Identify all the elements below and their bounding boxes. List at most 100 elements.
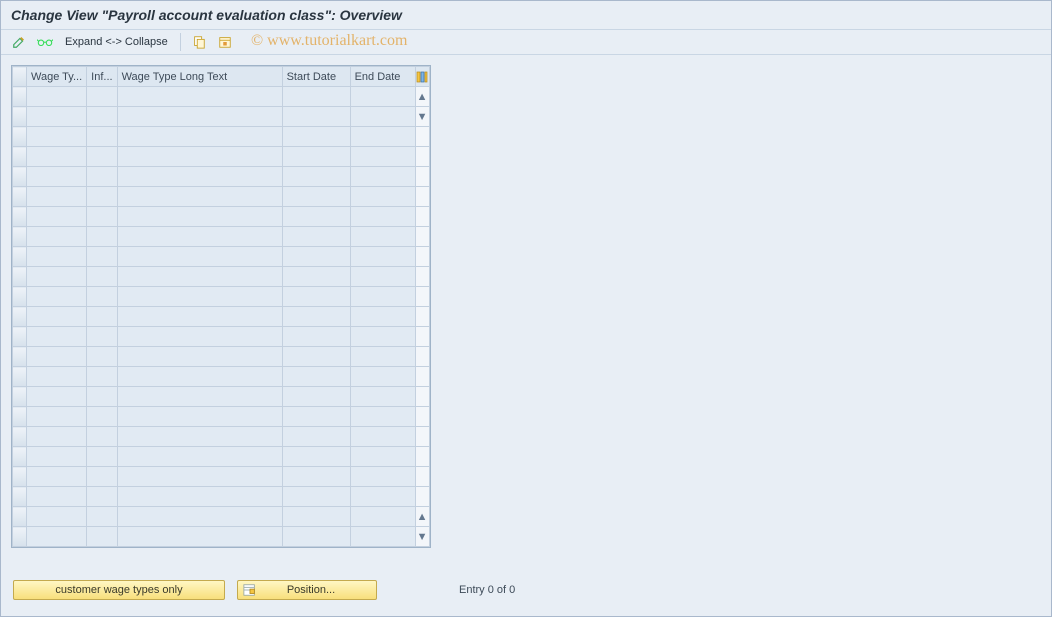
cell-end-date[interactable] (350, 307, 415, 327)
cell-end-date[interactable] (350, 107, 415, 127)
cell-start-date[interactable] (282, 467, 350, 487)
table-row[interactable] (13, 327, 430, 347)
change-icon[interactable] (9, 32, 29, 52)
table-row[interactable] (13, 307, 430, 327)
row-selector[interactable] (13, 367, 27, 387)
cell-wage-type[interactable] (27, 367, 87, 387)
scroll-up-to-bottom-icon[interactable]: ▲ (417, 511, 428, 523)
cell-long-text[interactable] (117, 447, 282, 467)
cell-end-date[interactable] (350, 427, 415, 447)
cell-long-text[interactable] (117, 507, 282, 527)
cell-wage-type[interactable] (27, 527, 87, 547)
cell-end-date[interactable] (350, 467, 415, 487)
table-row[interactable] (13, 187, 430, 207)
scrollbar-track[interactable]: ▲ (415, 87, 429, 107)
cell-wage-type[interactable] (27, 487, 87, 507)
cell-inf[interactable] (87, 287, 117, 307)
cell-wage-type[interactable] (27, 327, 87, 347)
cell-wage-type[interactable] (27, 347, 87, 367)
cell-end-date[interactable] (350, 387, 415, 407)
cell-end-date[interactable] (350, 347, 415, 367)
scrollbar-track[interactable]: ▲ (415, 507, 429, 527)
configure-columns-icon[interactable] (415, 67, 429, 87)
scrollbar-track[interactable]: ▼ (415, 527, 429, 547)
table-row[interactable] (13, 367, 430, 387)
cell-inf[interactable] (87, 187, 117, 207)
cell-start-date[interactable] (282, 87, 350, 107)
cell-inf[interactable] (87, 107, 117, 127)
cell-long-text[interactable] (117, 367, 282, 387)
row-selector[interactable] (13, 227, 27, 247)
cell-start-date[interactable] (282, 307, 350, 327)
cell-wage-type[interactable] (27, 227, 87, 247)
header-wage-type[interactable]: Wage Ty... (27, 67, 87, 87)
cell-long-text[interactable] (117, 227, 282, 247)
scrollbar-track[interactable] (415, 247, 429, 267)
row-selector[interactable] (13, 247, 27, 267)
cell-wage-type[interactable] (27, 447, 87, 467)
row-selector[interactable] (13, 307, 27, 327)
table-row[interactable]: ▲ (13, 507, 430, 527)
cell-inf[interactable] (87, 147, 117, 167)
scrollbar-track[interactable] (415, 347, 429, 367)
cell-long-text[interactable] (117, 487, 282, 507)
cell-long-text[interactable] (117, 127, 282, 147)
cell-start-date[interactable] (282, 167, 350, 187)
row-selector[interactable] (13, 527, 27, 547)
cell-inf[interactable] (87, 347, 117, 367)
cell-wage-type[interactable] (27, 207, 87, 227)
cell-end-date[interactable] (350, 247, 415, 267)
cell-inf[interactable] (87, 167, 117, 187)
cell-end-date[interactable] (350, 187, 415, 207)
cell-long-text[interactable] (117, 107, 282, 127)
table-row[interactable] (13, 127, 430, 147)
cell-end-date[interactable] (350, 527, 415, 547)
cell-long-text[interactable] (117, 187, 282, 207)
scrollbar-track[interactable] (415, 287, 429, 307)
scrollbar-track[interactable] (415, 127, 429, 147)
table-row[interactable] (13, 147, 430, 167)
scrollbar-track[interactable] (415, 407, 429, 427)
customer-wage-types-button[interactable]: customer wage types only (13, 580, 225, 600)
table-row[interactable] (13, 167, 430, 187)
cell-long-text[interactable] (117, 267, 282, 287)
cell-start-date[interactable] (282, 187, 350, 207)
table-row[interactable] (13, 467, 430, 487)
table-row[interactable] (13, 487, 430, 507)
row-selector[interactable] (13, 327, 27, 347)
glasses-icon[interactable] (35, 32, 55, 52)
cell-start-date[interactable] (282, 367, 350, 387)
scrollbar-track[interactable] (415, 487, 429, 507)
cell-long-text[interactable] (117, 247, 282, 267)
cell-start-date[interactable] (282, 447, 350, 467)
cell-inf[interactable] (87, 227, 117, 247)
expand-collapse-button[interactable]: Expand <-> Collapse (61, 34, 172, 50)
cell-long-text[interactable] (117, 387, 282, 407)
scrollbar-track[interactable] (415, 187, 429, 207)
header-long-text[interactable]: Wage Type Long Text (117, 67, 282, 87)
scrollbar-track[interactable] (415, 427, 429, 447)
cell-start-date[interactable] (282, 267, 350, 287)
cell-inf[interactable] (87, 407, 117, 427)
cell-wage-type[interactable] (27, 507, 87, 527)
table-row[interactable] (13, 207, 430, 227)
delimit-icon[interactable] (215, 32, 235, 52)
cell-end-date[interactable] (350, 207, 415, 227)
cell-long-text[interactable] (117, 407, 282, 427)
cell-long-text[interactable] (117, 427, 282, 447)
cell-wage-type[interactable] (27, 107, 87, 127)
cell-end-date[interactable] (350, 127, 415, 147)
cell-wage-type[interactable] (27, 287, 87, 307)
scrollbar-track[interactable] (415, 327, 429, 347)
cell-wage-type[interactable] (27, 267, 87, 287)
cell-long-text[interactable] (117, 167, 282, 187)
cell-long-text[interactable] (117, 147, 282, 167)
cell-start-date[interactable] (282, 487, 350, 507)
cell-start-date[interactable] (282, 347, 350, 367)
table-row[interactable] (13, 427, 430, 447)
header-end-date[interactable]: End Date (350, 67, 415, 87)
cell-wage-type[interactable] (27, 247, 87, 267)
scrollbar-track[interactable] (415, 447, 429, 467)
row-selector[interactable] (13, 487, 27, 507)
cell-inf[interactable] (87, 487, 117, 507)
